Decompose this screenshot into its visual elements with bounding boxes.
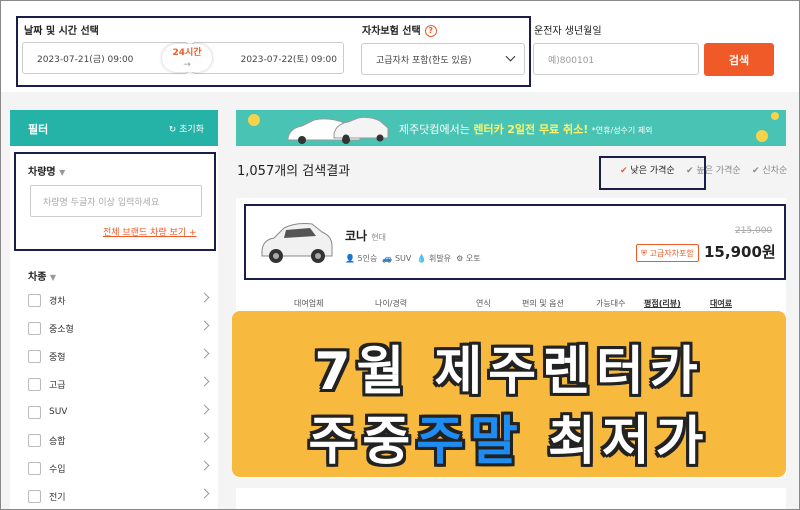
car-type-label: 차종 ▼ <box>28 268 56 283</box>
checkbox[interactable] <box>28 377 41 391</box>
car-type-item[interactable]: SUV <box>28 402 210 422</box>
car-type-label: 수입 <box>49 464 66 475</box>
table-column-header[interactable]: 평점(리뷰) <box>644 298 681 309</box>
overlay-line-2a: 주중 <box>308 412 417 472</box>
sort-new-label: 신차순 <box>762 166 788 176</box>
caret-down-icon: ▼ <box>49 273 57 282</box>
check-icon: ✔ <box>752 166 760 176</box>
car-type-label: 중형 <box>49 352 66 363</box>
reset-button[interactable]: ↻ 초기화 <box>169 122 204 135</box>
table-column-header[interactable]: 대여료 <box>710 298 732 309</box>
card-gap <box>236 478 786 488</box>
checkbox[interactable] <box>28 321 41 335</box>
banner-text: 제주닷컴에서는 렌터카 2일전 무료 취소! *연휴/성수기 제외 <box>399 121 653 137</box>
car-type-item[interactable]: 고급 <box>28 374 210 394</box>
filter-title: 필터 <box>28 123 49 136</box>
birth-placeholder: 예)800101 <box>548 55 595 66</box>
car-type-item[interactable]: 전기 <box>28 486 210 506</box>
car-type-label: 승합 <box>49 436 66 447</box>
overlay-line-2: 주중주말 최저가 <box>232 399 786 474</box>
refresh-icon: ↻ <box>168 125 180 135</box>
table-column-header[interactable]: 대여업체 <box>294 298 323 309</box>
chevron-right-icon <box>199 292 210 303</box>
overlay-highlight: 주말 <box>416 412 524 472</box>
car-type-item[interactable]: 경차 <box>28 290 210 310</box>
car-type-label-text: 차종 <box>28 272 47 283</box>
car-type-item[interactable]: 수입 <box>28 458 210 478</box>
car-type-item[interactable]: 중형 <box>28 346 210 366</box>
banner-highlight: 렌터카 <box>473 123 504 136</box>
chevron-right-icon <box>199 348 210 359</box>
table-column-header[interactable]: 가능대수 <box>596 298 625 309</box>
checkbox[interactable] <box>28 293 41 307</box>
table-column-header[interactable]: 연식 <box>476 298 491 309</box>
promo-banner[interactable]: 제주닷컴에서는 렌터카 2일전 무료 취소! *연휴/성수기 제외 <box>236 110 786 146</box>
car-type-label: SUV <box>49 407 68 417</box>
table-column-header[interactable]: 나이/경력 <box>375 298 407 309</box>
car-type-item[interactable]: 중소형 <box>28 318 210 338</box>
car-type-label: 중소형 <box>49 324 74 335</box>
checkbox[interactable] <box>28 461 41 475</box>
car-type-label: 고급 <box>49 380 66 391</box>
checkbox[interactable] <box>28 405 41 419</box>
banner-note: *연휴/성수기 제외 <box>591 126 653 135</box>
chevron-right-icon <box>199 404 210 415</box>
checkbox[interactable] <box>28 489 41 503</box>
banner-highlight-2: 2일전 무료 취소! <box>507 123 589 136</box>
coin-icon <box>248 114 260 126</box>
overlay-line-1: 7월 제주렌터카 <box>314 342 704 402</box>
chevron-right-icon <box>199 488 210 499</box>
sort-newest[interactable]: ✔ 신차순 <box>752 163 787 176</box>
overlay-line-2b: 최저가 <box>523 412 710 472</box>
chevron-right-icon <box>199 432 210 443</box>
highlight-box-sort <box>599 156 706 190</box>
chevron-right-icon <box>199 460 210 471</box>
filter-header: 필터 ↻ 초기화 <box>10 110 218 146</box>
birth-label: 운전자 생년월일 <box>534 26 602 37</box>
table-column-header[interactable]: 편의 및 옵션 <box>522 298 564 309</box>
car-illustration-icon <box>287 116 389 144</box>
checkbox[interactable] <box>28 433 41 447</box>
birth-input[interactable]: 예)800101 <box>533 43 699 75</box>
highlight-box-car <box>244 204 786 280</box>
result-count: 1,057개의 검색결과 <box>237 164 351 179</box>
highlight-box-datetime <box>16 16 531 87</box>
highlight-box-car-name <box>14 152 216 251</box>
reset-label: 초기화 <box>179 125 204 135</box>
car-type-label: 전기 <box>49 492 66 503</box>
car-type-item[interactable]: 승합 <box>28 430 210 450</box>
coin-icon <box>771 112 779 120</box>
chevron-right-icon <box>199 320 210 331</box>
title-overlay: 7월 제주렌터카 주중주말 최저가 <box>232 311 786 477</box>
banner-prefix: 제주닷컴에서는 <box>399 123 474 136</box>
search-button[interactable]: 검색 <box>704 43 774 76</box>
car-type-label: 경차 <box>49 296 66 307</box>
coin-icon <box>756 130 768 142</box>
checkbox[interactable] <box>28 349 41 363</box>
chevron-right-icon <box>199 376 210 387</box>
